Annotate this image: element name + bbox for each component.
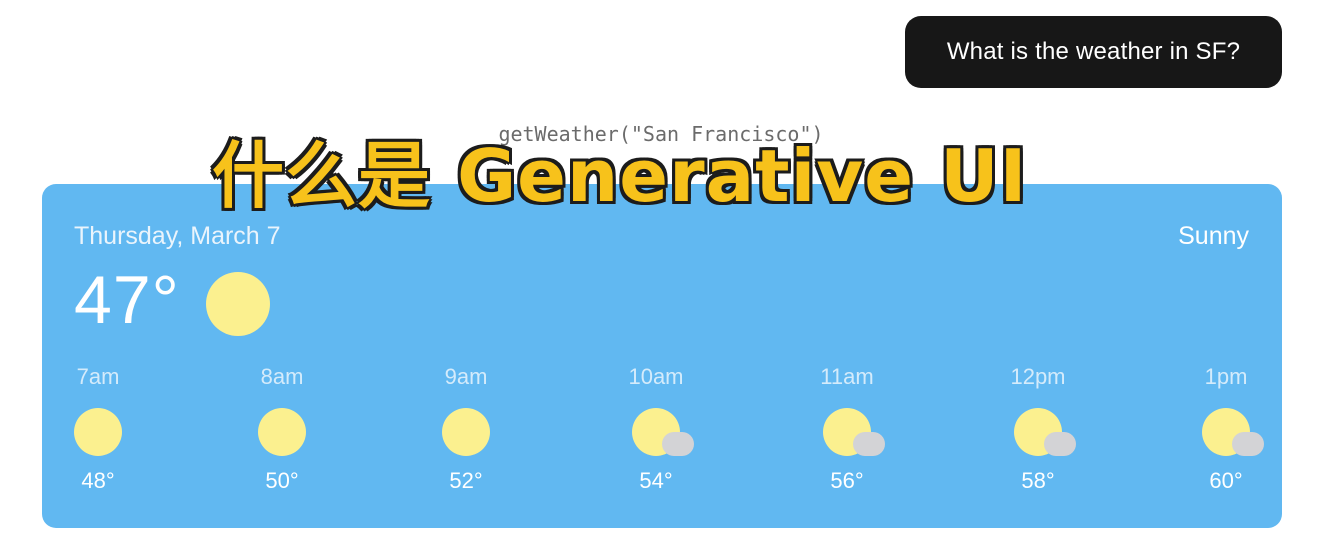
sun-icon: [258, 408, 306, 456]
chat-page: What is the weather in SF? getWeather("S…: [0, 0, 1338, 542]
sun-icon: [74, 408, 122, 456]
weather-card: Thursday, March 7 Sunny 47° 7am 48° 8am …: [42, 184, 1282, 528]
hour-time: 8am: [260, 364, 304, 389]
hour-time: 9am: [444, 364, 488, 389]
hour-time: 11am: [820, 364, 874, 389]
hour-time: 10am: [628, 364, 684, 389]
hourly-forecast-item: 9am 52°: [416, 364, 516, 504]
hour-time: 12pm: [1010, 364, 1066, 389]
hour-time: 7am: [76, 364, 120, 389]
hour-time: 1pm: [1204, 364, 1248, 389]
hourly-forecast-item: 1pm 60°: [1176, 364, 1276, 504]
hourly-forecast-item: 10am 54°: [606, 364, 706, 504]
hour-temperature: 52°: [449, 468, 483, 493]
hourly-forecast-item: 8am 50°: [232, 364, 332, 504]
weather-date: Thursday, March 7: [74, 222, 281, 250]
hourly-forecast-item: 11am 56°: [797, 364, 897, 504]
cloud-icon: [1232, 432, 1264, 456]
weather-condition: Sunny: [1178, 222, 1249, 250]
sun-icon: [442, 408, 490, 456]
hourly-forecast-item: 12pm 58°: [988, 364, 1088, 504]
hour-temperature: 50°: [265, 468, 299, 493]
current-temperature: 47°: [74, 262, 180, 338]
hour-temperature: 58°: [1021, 468, 1055, 493]
hourly-forecast-item: 7am 48°: [48, 364, 148, 504]
user-message-bubble: What is the weather in SF?: [905, 16, 1282, 88]
sun-icon: [206, 272, 270, 336]
hour-temperature: 48°: [81, 468, 115, 493]
cloud-icon: [662, 432, 694, 456]
user-message-text: What is the weather in SF?: [946, 38, 1241, 65]
hour-temperature: 60°: [1209, 468, 1243, 493]
cloud-icon: [853, 432, 885, 456]
hour-temperature: 56°: [830, 468, 864, 493]
hour-temperature: 54°: [639, 468, 673, 493]
cloud-icon: [1044, 432, 1076, 456]
overlay-title: 什么是 Generative UI: [212, 134, 1028, 218]
